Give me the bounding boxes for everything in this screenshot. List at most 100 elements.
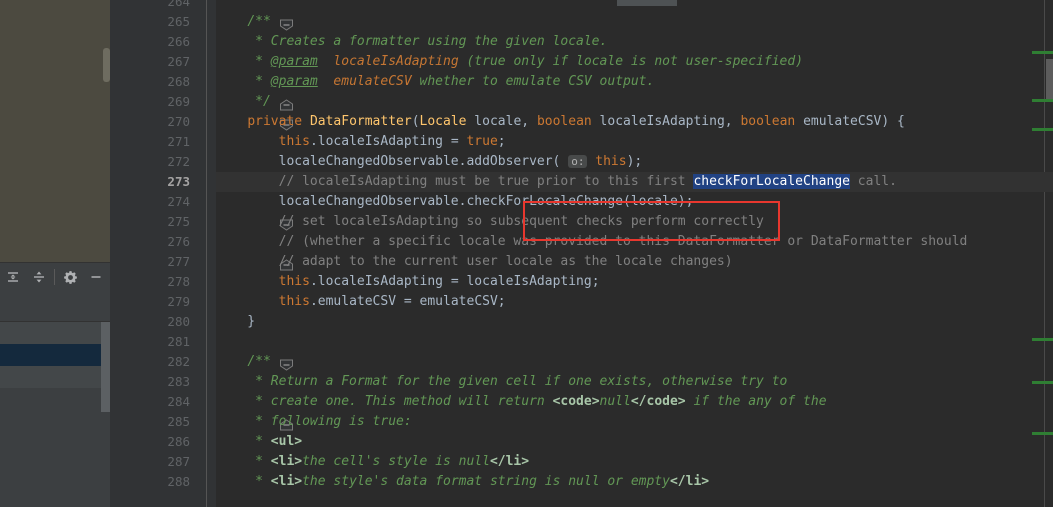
line-number: 279	[167, 294, 190, 309]
code-line[interactable]: * following is true:	[216, 412, 412, 432]
javadoc-tag: @param	[270, 54, 318, 69]
code-line[interactable]: private DataFormatter(Locale locale, boo…	[216, 112, 905, 132]
line-number: 281	[167, 334, 190, 349]
code-line[interactable]: /**	[216, 12, 271, 32]
code-line[interactable]: // (whether a specific locale was provid…	[216, 232, 968, 252]
panel-toolbar	[0, 262, 110, 292]
javadoc-html-tag: <li>	[270, 474, 303, 489]
javadoc-text: /**	[247, 14, 271, 29]
line-number: 264	[167, 0, 190, 9]
panel-list	[0, 291, 110, 507]
line-number: 271	[167, 134, 190, 149]
vertical-scrollbar-thumb[interactable]	[1046, 59, 1053, 101]
vcs-added-line-marker[interactable]	[1032, 338, 1053, 341]
code-line[interactable]: */	[216, 92, 271, 112]
parameter-hint-inlay: o:	[568, 155, 588, 168]
line-number: 270	[167, 114, 190, 129]
horizontal-scrollbar-thumb[interactable]	[617, 0, 677, 6]
right-gutter-divider	[1044, 0, 1045, 507]
vcs-added-line-marker[interactable]	[1032, 432, 1053, 435]
editor-window: 264 265 266 267 268 269 270 271 272 273 274 275 276 2…	[0, 0, 1053, 507]
code-line[interactable]: // set localeIsAdapting so subsequent ch…	[216, 212, 764, 232]
expand-all-icon[interactable]	[0, 264, 26, 290]
code-line[interactable]: * <ul>	[216, 432, 302, 452]
javadoc-text: * create one. This method will return <c…	[255, 394, 827, 409]
javadoc-html-tag: <code>	[552, 394, 600, 409]
keyword-token: boolean	[740, 114, 796, 129]
keyword-token: private	[247, 114, 303, 129]
javadoc-text: * Creates a formatter using the given lo…	[255, 34, 608, 49]
code-line[interactable]: this.localeIsAdapting = true;	[216, 132, 506, 152]
line-number: 288	[167, 474, 190, 489]
vcs-added-line-marker[interactable]	[1032, 99, 1053, 102]
javadoc-text: /**	[247, 354, 271, 369]
line-number: 280	[167, 314, 190, 329]
current-line-stripe	[1021, 172, 1053, 192]
keyword-token: this	[595, 154, 627, 169]
left-panel-scrollbar-thumb[interactable]	[103, 48, 110, 82]
list-item[interactable]	[0, 366, 110, 388]
field-token: localeIsAdapting	[317, 134, 443, 149]
code-line[interactable]: localeChangedObservable.addObserver( o: …	[216, 152, 643, 172]
type-token: Locale	[419, 114, 467, 129]
panel-list-header-area	[0, 291, 110, 322]
line-number: 283	[167, 374, 190, 389]
line-number: 268	[167, 74, 190, 89]
vcs-added-line-marker[interactable]	[1032, 128, 1053, 131]
comment-text: // set localeIsAdapting so subsequent ch…	[216, 214, 764, 229]
code-line[interactable]: * Creates a formatter using the given lo…	[216, 32, 607, 52]
vcs-added-line-marker[interactable]	[1032, 51, 1053, 54]
line-number: 287	[167, 454, 190, 469]
code-editor[interactable]: 264 265 266 267 268 269 270 271 272 273 274 275 276 2…	[110, 0, 1053, 507]
list-item-selected[interactable]	[0, 344, 110, 366]
code-line[interactable]: * Return a Format for the given cell if …	[216, 372, 787, 392]
code-line[interactable]: // adapt to the current user locale as t…	[216, 252, 733, 272]
keyword-token: true	[466, 134, 498, 149]
javadoc-text: * <li>the cell's style is null</li>	[255, 454, 530, 469]
line-number: 285	[167, 414, 190, 429]
field-token: emulateCSV	[317, 294, 397, 309]
code-line[interactable]: }	[216, 312, 255, 332]
javadoc-text: * <li>the style's data format string is …	[255, 474, 710, 489]
left-panel-upper-area	[0, 0, 110, 262]
minimize-icon[interactable]	[83, 264, 109, 290]
code-line[interactable]: * create one. This method will return <c…	[216, 392, 827, 412]
settings-gear-icon[interactable]	[57, 264, 83, 290]
line-number: 286	[167, 434, 190, 449]
code-line[interactable]: localeChangedObservable.checkForLocaleCh…	[216, 192, 694, 212]
line-number: 277	[167, 254, 190, 269]
panel-list-scrollbar-thumb[interactable]	[101, 322, 110, 412]
fold-region-line	[206, 0, 207, 507]
line-number: 276	[167, 234, 190, 249]
line-number: 265	[167, 14, 190, 29]
javadoc-text: * following is true:	[255, 414, 412, 429]
javadoc-html-tag: </li>	[669, 474, 710, 489]
left-tool-panel	[0, 0, 110, 507]
code-line[interactable]: // localeIsAdapting must be true prior t…	[216, 172, 897, 192]
code-line[interactable]: * <li>the style's data format string is …	[216, 472, 709, 492]
code-line[interactable]: /**	[216, 352, 271, 372]
javadoc-param-name: emulateCSV	[333, 74, 412, 89]
comment-text: // adapt to the current user locale as t…	[216, 254, 733, 269]
vcs-added-line-marker[interactable]	[1032, 381, 1053, 384]
selected-text[interactable]: checkForLocaleChange	[693, 174, 850, 189]
list-item[interactable]	[0, 322, 110, 344]
javadoc-html-tag: </li>	[489, 454, 530, 469]
code-line[interactable]: * @param localeIsAdapting (true only if …	[216, 52, 803, 72]
line-number: 278	[167, 274, 190, 289]
code-line[interactable]: * <li>the cell's style is null</li>	[216, 452, 529, 472]
code-line[interactable]: this.emulateCSV = emulateCSV;	[216, 292, 506, 312]
line-number: 273	[167, 174, 190, 189]
line-number-gutter: 264 265 266 267 268 269 270 271 272 273 274 275 276 2…	[110, 0, 190, 507]
code-line[interactable]: * @param emulateCSV whether to emulate C…	[216, 72, 654, 92]
line-number: 267	[167, 54, 190, 69]
type-token: DataFormatter	[309, 114, 412, 129]
javadoc-text: * <ul>	[255, 434, 303, 449]
collapse-all-icon[interactable]	[26, 264, 52, 290]
code-text-area[interactable]: /** * Creates a formatter using the give…	[216, 0, 1053, 507]
javadoc-tag: @param	[270, 74, 318, 89]
code-line[interactable]: this.localeIsAdapting = localeIsAdapting…	[216, 272, 600, 292]
javadoc-html-tag: </code>	[630, 394, 686, 409]
code-folding-gutter[interactable]	[190, 0, 293, 507]
javadoc-html-tag: <ul>	[270, 434, 303, 449]
